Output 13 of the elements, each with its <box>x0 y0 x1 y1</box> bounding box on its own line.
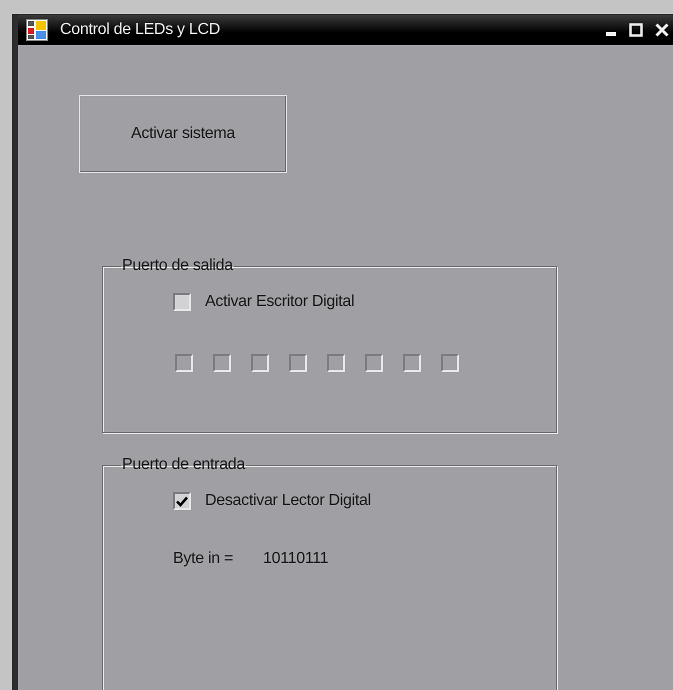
checkbox-label[interactable]: Activar Escritor Digital <box>205 293 354 311</box>
checkbox[interactable] <box>173 492 191 510</box>
window-title: Control de LEDs y LCD <box>60 21 221 39</box>
group-title: Puerto de salida <box>121 257 234 275</box>
byte-in-label: Byte in = <box>173 550 234 568</box>
checkbox-label[interactable]: Desactivar Lector Digital <box>205 492 371 510</box>
close-icon[interactable] <box>655 23 669 37</box>
activate-system-button[interactable]: Activar sistema <box>79 95 287 173</box>
checkbox[interactable] <box>173 293 191 311</box>
byte-value: 10110111 <box>263 550 328 568</box>
group-title: Puerto de entrada <box>121 456 246 474</box>
maximize-icon[interactable] <box>629 23 643 37</box>
app-icon <box>26 19 48 41</box>
